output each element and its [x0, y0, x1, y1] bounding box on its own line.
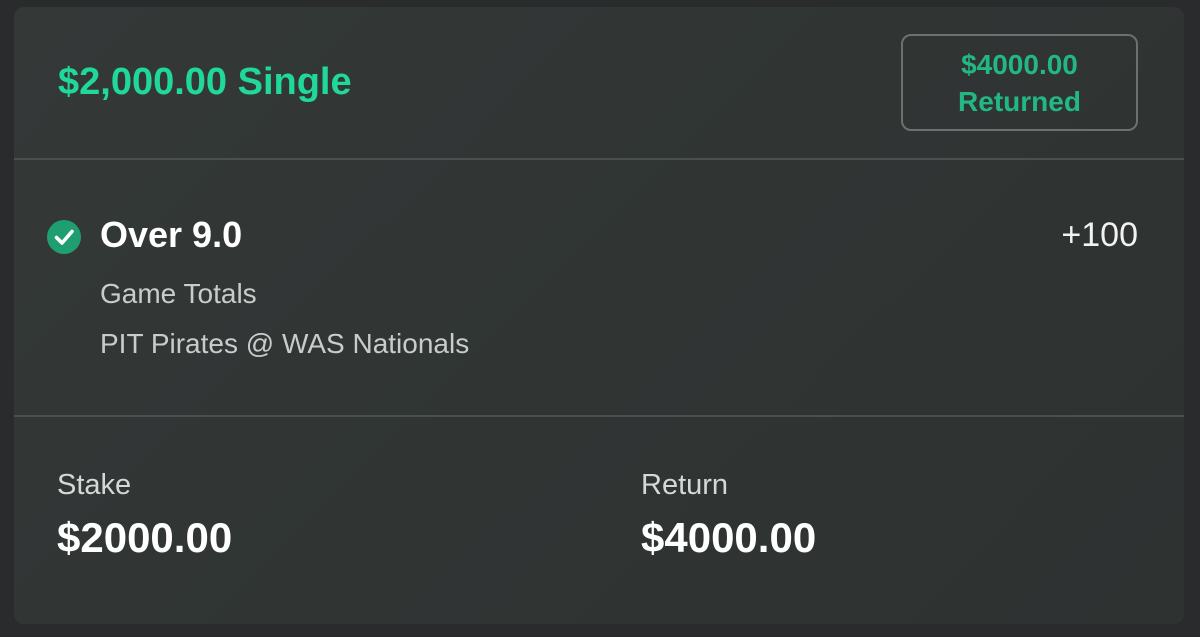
selection-name: Over 9.0 — [100, 214, 243, 255]
return-block: Return $4000.00 — [641, 469, 816, 562]
bet-card[interactable]: $2,000.00 Single $4000.00 Returned Over … — [14, 7, 1184, 624]
returned-badge: $4000.00 Returned — [901, 34, 1138, 131]
selection-event: PIT Pirates @ WAS Nationals — [100, 328, 470, 359]
bet-selection: Over 9.0 +100 Game Totals PIT Pirates @ … — [14, 160, 1184, 417]
returned-status: Returned — [958, 85, 1081, 117]
return-label: Return — [641, 469, 729, 501]
return-value: $4000.00 — [641, 514, 817, 561]
selection-market: Game Totals — [100, 278, 257, 309]
bet-header: $2,000.00 Single $4000.00 Returned — [14, 7, 1184, 160]
returned-amount: $4000.00 — [961, 48, 1078, 80]
bet-summary: Stake $2000.00 Return $4000.00 — [14, 417, 1184, 624]
selection-odds: +100 — [1061, 216, 1138, 254]
stake-block: Stake $2000.00 — [57, 469, 232, 562]
stake-value: $2000.00 — [57, 514, 233, 561]
stake-label: Stake — [57, 469, 132, 501]
bet-title: $2,000.00 Single — [58, 61, 352, 103]
check-circle-icon — [47, 220, 81, 254]
